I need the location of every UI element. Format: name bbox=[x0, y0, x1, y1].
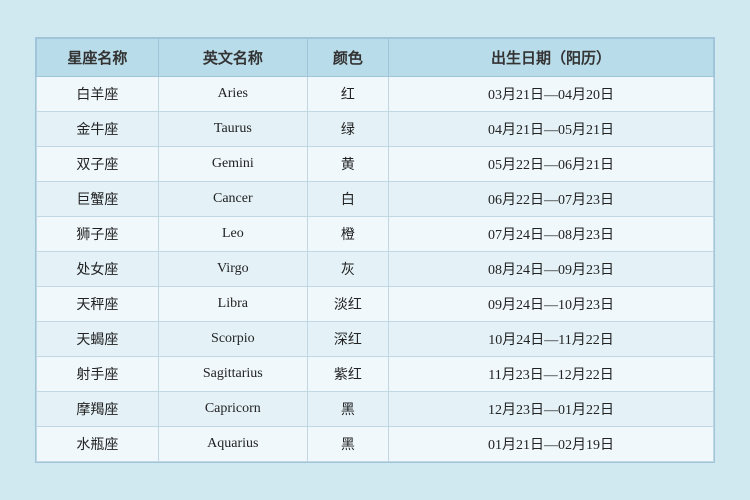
cell-date: 11月23日—12月22日 bbox=[389, 357, 714, 392]
header-date: 出生日期（阳历） bbox=[389, 39, 714, 77]
table-row: 金牛座Taurus绿04月21日—05月21日 bbox=[37, 112, 714, 147]
cell-en-name: Libra bbox=[158, 287, 307, 322]
cell-color: 白 bbox=[307, 182, 388, 217]
cell-date: 06月22日—07月23日 bbox=[389, 182, 714, 217]
cell-en-name: Aquarius bbox=[158, 427, 307, 462]
cell-zh-name: 天秤座 bbox=[37, 287, 159, 322]
cell-date: 09月24日—10月23日 bbox=[389, 287, 714, 322]
cell-color: 淡红 bbox=[307, 287, 388, 322]
cell-color: 橙 bbox=[307, 217, 388, 252]
cell-date: 07月24日—08月23日 bbox=[389, 217, 714, 252]
cell-color: 绿 bbox=[307, 112, 388, 147]
cell-date: 03月21日—04月20日 bbox=[389, 77, 714, 112]
cell-en-name: Aries bbox=[158, 77, 307, 112]
table-row: 摩羯座Capricorn黑12月23日—01月22日 bbox=[37, 392, 714, 427]
table-row: 射手座Sagittarius紫红11月23日—12月22日 bbox=[37, 357, 714, 392]
zodiac-table: 星座名称 英文名称 颜色 出生日期（阳历） 白羊座Aries红03月21日—04… bbox=[36, 38, 714, 462]
cell-en-name: Virgo bbox=[158, 252, 307, 287]
cell-zh-name: 天蝎座 bbox=[37, 322, 159, 357]
cell-en-name: Capricorn bbox=[158, 392, 307, 427]
cell-date: 01月21日—02月19日 bbox=[389, 427, 714, 462]
cell-color: 黑 bbox=[307, 392, 388, 427]
cell-date: 05月22日—06月21日 bbox=[389, 147, 714, 182]
cell-color: 深红 bbox=[307, 322, 388, 357]
table-row: 水瓶座Aquarius黑01月21日—02月19日 bbox=[37, 427, 714, 462]
cell-en-name: Gemini bbox=[158, 147, 307, 182]
cell-date: 12月23日—01月22日 bbox=[389, 392, 714, 427]
cell-zh-name: 摩羯座 bbox=[37, 392, 159, 427]
zodiac-table-container: 星座名称 英文名称 颜色 出生日期（阳历） 白羊座Aries红03月21日—04… bbox=[35, 37, 715, 463]
cell-zh-name: 白羊座 bbox=[37, 77, 159, 112]
cell-zh-name: 双子座 bbox=[37, 147, 159, 182]
header-color: 颜色 bbox=[307, 39, 388, 77]
table-row: 双子座Gemini黄05月22日—06月21日 bbox=[37, 147, 714, 182]
table-row: 狮子座Leo橙07月24日—08月23日 bbox=[37, 217, 714, 252]
cell-zh-name: 巨蟹座 bbox=[37, 182, 159, 217]
cell-color: 灰 bbox=[307, 252, 388, 287]
cell-zh-name: 狮子座 bbox=[37, 217, 159, 252]
cell-en-name: Cancer bbox=[158, 182, 307, 217]
cell-date: 10月24日—11月22日 bbox=[389, 322, 714, 357]
table-header-row: 星座名称 英文名称 颜色 出生日期（阳历） bbox=[37, 39, 714, 77]
cell-en-name: Leo bbox=[158, 217, 307, 252]
header-en-name: 英文名称 bbox=[158, 39, 307, 77]
table-row: 白羊座Aries红03月21日—04月20日 bbox=[37, 77, 714, 112]
cell-en-name: Sagittarius bbox=[158, 357, 307, 392]
table-row: 天蝎座Scorpio深红10月24日—11月22日 bbox=[37, 322, 714, 357]
cell-color: 黑 bbox=[307, 427, 388, 462]
table-row: 处女座Virgo灰08月24日—09月23日 bbox=[37, 252, 714, 287]
cell-zh-name: 处女座 bbox=[37, 252, 159, 287]
table-row: 天秤座Libra淡红09月24日—10月23日 bbox=[37, 287, 714, 322]
cell-en-name: Scorpio bbox=[158, 322, 307, 357]
cell-date: 04月21日—05月21日 bbox=[389, 112, 714, 147]
table-row: 巨蟹座Cancer白06月22日—07月23日 bbox=[37, 182, 714, 217]
cell-zh-name: 射手座 bbox=[37, 357, 159, 392]
cell-color: 红 bbox=[307, 77, 388, 112]
cell-zh-name: 金牛座 bbox=[37, 112, 159, 147]
header-zh-name: 星座名称 bbox=[37, 39, 159, 77]
cell-zh-name: 水瓶座 bbox=[37, 427, 159, 462]
cell-date: 08月24日—09月23日 bbox=[389, 252, 714, 287]
cell-en-name: Taurus bbox=[158, 112, 307, 147]
cell-color: 紫红 bbox=[307, 357, 388, 392]
cell-color: 黄 bbox=[307, 147, 388, 182]
